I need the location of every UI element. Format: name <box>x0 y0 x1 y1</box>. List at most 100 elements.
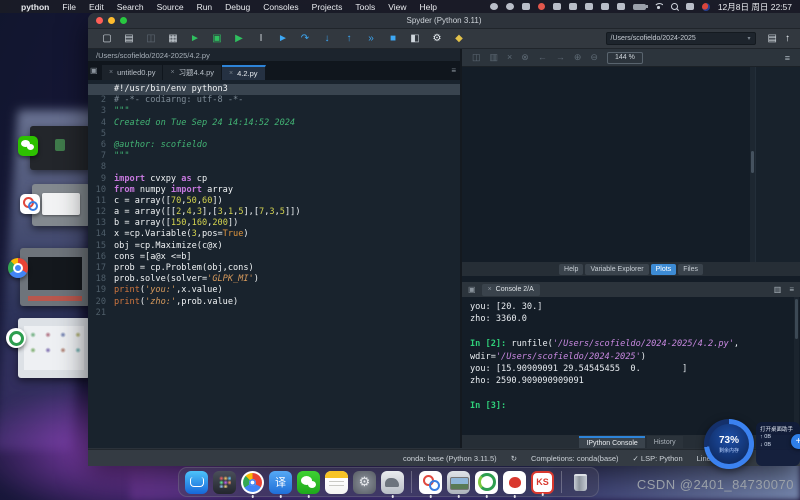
pane-tab-files[interactable]: Files <box>678 264 703 275</box>
dock-item-preview[interactable] <box>447 471 470 494</box>
dock-item-green-ring[interactable] <box>475 471 498 494</box>
dock-item-settings[interactable]: ⚙ <box>353 471 376 494</box>
completions-status[interactable]: Completions: conda(base) <box>531 454 619 463</box>
close-icon[interactable]: × <box>488 286 492 293</box>
run-button[interactable]: ► <box>186 31 204 47</box>
run-cell-advance-button[interactable]: ▶ <box>230 31 248 47</box>
shapes-icon[interactable] <box>569 3 577 10</box>
dock-item-chrome[interactable] <box>241 471 264 494</box>
dock-item-launchpad[interactable] <box>213 471 236 494</box>
browse-folder-button[interactable]: ▤ <box>768 33 777 44</box>
open-file-button[interactable]: ▤ <box>120 31 138 47</box>
menu-item-debug[interactable]: Debug <box>225 2 250 12</box>
menu-clock[interactable]: 12月8日 周日 22:57 <box>718 1 792 13</box>
menu-item-search[interactable]: Search <box>117 2 144 12</box>
console-tab[interactable]: × Console 2/A <box>482 284 540 296</box>
dock-item-kuaishou[interactable]: KS <box>531 471 554 494</box>
dock-item-elephant[interactable] <box>381 471 404 494</box>
refresh-icon[interactable]: ↻ <box>511 454 517 463</box>
pane-icon[interactable]: ▣ <box>468 285 476 294</box>
minimized-window-browser[interactable] <box>20 248 90 306</box>
tab-options-icon[interactable]: ≡ <box>451 66 456 75</box>
menu-item-run[interactable]: Run <box>197 2 213 12</box>
run-selection-button[interactable]: I <box>252 31 270 47</box>
assistant-panel[interactable]: 打开桌面助手 ↑ 0B ↓ 0B + <box>756 422 800 466</box>
minimized-window-appgrid[interactable] <box>18 318 90 378</box>
expand-plus-button[interactable]: + <box>791 434 800 449</box>
pane-tab-history[interactable]: History <box>647 436 683 448</box>
run-cell-button[interactable]: ▣ <box>208 31 226 47</box>
scrollbar-thumb[interactable] <box>795 299 798 339</box>
editor-tab-untitled0.py[interactable]: ×untitled0.py <box>102 65 163 80</box>
pane-tab-ipython-console[interactable]: IPython Console <box>579 436 644 448</box>
desktop-assistant-widget[interactable]: 73% 剩余内存 打开桌面助手 ↑ 0B ↓ 0B + <box>704 418 800 470</box>
remove-all-plots-button[interactable]: ⊗ <box>521 52 529 63</box>
menu-item-file[interactable]: File <box>62 2 76 12</box>
switch-icon[interactable] <box>686 3 694 10</box>
battery-icon[interactable] <box>633 4 646 10</box>
options-icon[interactable]: ≡ <box>789 285 794 294</box>
dock-item-wechat[interactable] <box>297 471 320 494</box>
go-up-button[interactable]: ↑ <box>785 33 790 44</box>
plot-zoom-level[interactable]: 144 % <box>607 52 643 64</box>
mirror-icon[interactable] <box>490 3 498 10</box>
menu-item-python[interactable]: python <box>21 2 49 12</box>
menu-item-tools[interactable]: Tools <box>355 2 375 12</box>
step-over-button[interactable]: ↷ <box>296 31 314 47</box>
debug-button[interactable]: ► <box>274 31 292 47</box>
browse-tabs-icon[interactable]: ▣ <box>90 66 98 75</box>
plots-options-icon[interactable]: ≡ <box>785 53 790 63</box>
drive-icon[interactable] <box>553 3 561 10</box>
next-plot-button[interactable]: → <box>556 52 565 63</box>
menu-item-projects[interactable]: Projects <box>312 2 343 12</box>
inspect-icon[interactable]: ▥ <box>774 285 782 294</box>
python-path-button[interactable]: ◆ <box>450 31 468 47</box>
step-into-button[interactable]: ↓ <box>318 31 336 47</box>
minimized-window-wechat[interactable] <box>30 126 90 170</box>
save-plot-button[interactable]: ◫ <box>472 52 481 63</box>
menu-item-view[interactable]: View <box>388 2 406 12</box>
close-icon[interactable]: × <box>109 69 113 76</box>
dock-item-red-apple[interactable] <box>503 471 526 494</box>
new-file-button[interactable]: ▢ <box>98 31 116 47</box>
close-window-button[interactable] <box>96 17 103 24</box>
wifi-icon[interactable] <box>654 3 663 10</box>
working-directory-selector[interactable]: /Users/scofieldo/2024-2025 ▾ <box>606 32 756 45</box>
status-dot-icon[interactable] <box>702 3 710 11</box>
remove-plot-button[interactable]: × <box>507 52 512 63</box>
bluetooth-icon[interactable] <box>617 3 625 10</box>
code-editor[interactable]: 123456789101112131415161718192021 #!/usr… <box>88 80 460 448</box>
console-output[interactable]: you: [20. 30.]zho: 3360.0 In [2]: runfil… <box>462 297 800 435</box>
menu-item-consoles[interactable]: Consoles <box>263 2 298 12</box>
step-out-button[interactable]: ↑ <box>340 31 358 47</box>
dock-item-finder[interactable] <box>185 471 208 494</box>
columns-icon[interactable] <box>585 3 593 10</box>
mic-icon[interactable] <box>506 3 514 10</box>
console-scrollbar[interactable] <box>794 297 799 427</box>
menu-item-help[interactable]: Help <box>420 2 437 12</box>
editor-tab-习题4.4.py[interactable]: ×习题4.4.py <box>163 65 222 80</box>
search-icon[interactable] <box>671 3 678 10</box>
title-bar[interactable]: Spyder (Python 3.11) <box>88 13 800 29</box>
dock-item-trash[interactable] <box>569 471 592 494</box>
close-icon[interactable]: × <box>170 69 174 76</box>
dock-item-notes[interactable] <box>325 471 348 494</box>
pane-tab-plots[interactable]: Plots <box>651 264 677 275</box>
scrollbar-thumb[interactable] <box>751 151 754 173</box>
display-icon[interactable] <box>601 3 609 10</box>
stop-button[interactable]: ■ <box>384 31 402 47</box>
window-icon[interactable] <box>522 3 530 10</box>
panes-button[interactable]: ◧ <box>406 31 424 47</box>
zoom-in-button[interactable]: ⊕ <box>574 52 582 63</box>
pane-tab-variable-explorer[interactable]: Variable Explorer <box>585 264 648 275</box>
save-all-button[interactable]: ▦ <box>164 31 182 47</box>
copy-plot-button[interactable]: ▥ <box>490 52 499 63</box>
editor-tab-4.2.py[interactable]: ×4.2.py <box>222 65 266 80</box>
zoom-out-button[interactable]: ⊖ <box>590 52 598 63</box>
minimize-window-button[interactable] <box>108 17 115 24</box>
dock-item-translate[interactable]: 译 <box>269 471 292 494</box>
previous-plot-button[interactable]: ← <box>538 52 547 63</box>
menu-item-edit[interactable]: Edit <box>89 2 104 12</box>
memory-gauge[interactable]: 73% 剩余内存 <box>704 419 754 469</box>
preferences-button[interactable]: ⚙ <box>428 31 446 47</box>
